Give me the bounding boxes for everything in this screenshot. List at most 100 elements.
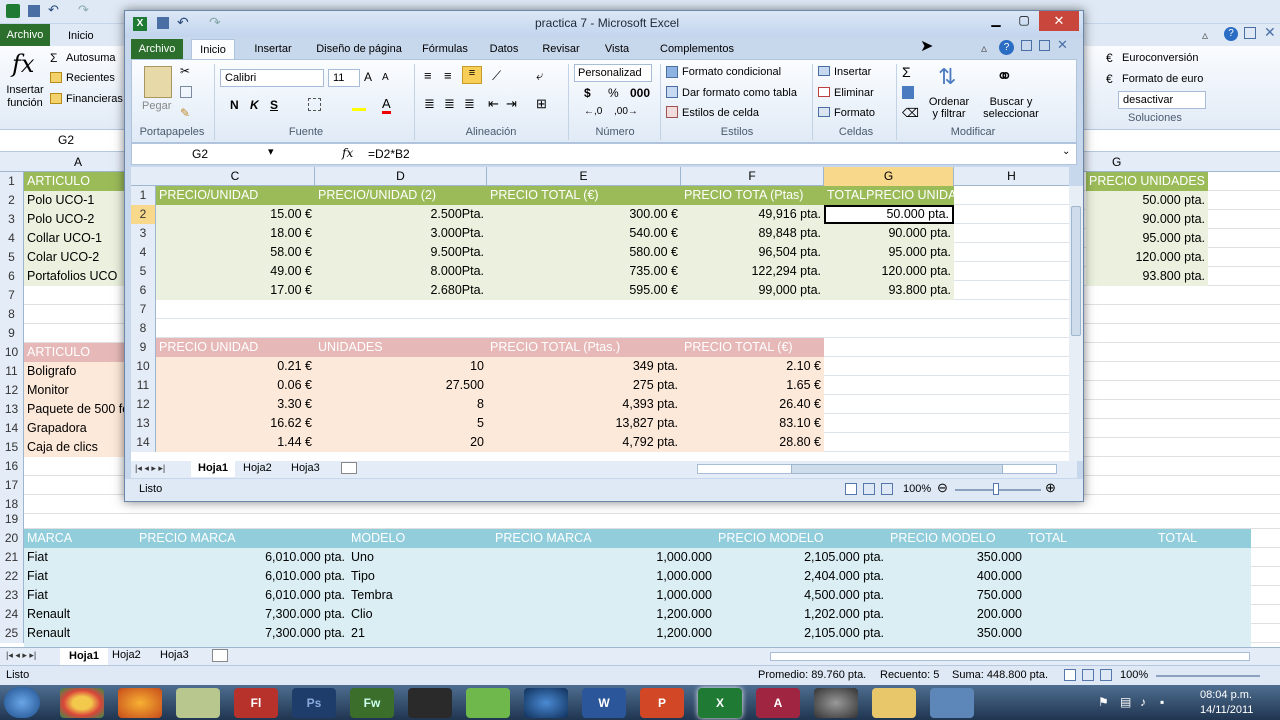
cell-a13[interactable]: Paquete de 500 fo <box>24 400 128 419</box>
cell-f14[interactable]: 28.80 € <box>681 433 824 452</box>
volume-icon[interactable]: ♪ <box>1140 695 1146 709</box>
insert-function-button[interactable]: Insertar función <box>4 84 46 110</box>
cell-f13[interactable]: 83.10 € <box>681 414 824 433</box>
euro-format-button[interactable]: Formato de euro <box>1122 73 1203 85</box>
zoom-in-icon[interactable]: ⊕ <box>1045 480 1056 496</box>
minimize-icon[interactable]: ▁ <box>983 13 1009 31</box>
cell-precio-marca[interactable]: 7,300.000 pta. <box>136 605 348 624</box>
page-break-icon[interactable] <box>881 483 893 495</box>
cell-c9[interactable]: PRECIO UNIDAD <box>156 338 315 357</box>
cell-e3[interactable]: 540.00 € <box>487 224 681 243</box>
zoom-slider[interactable] <box>1156 675 1260 677</box>
minimize-ribbon-icon[interactable]: ▵ <box>981 41 987 55</box>
cell-styles-button[interactable]: Estilos de celda <box>682 107 759 119</box>
align-middle-icon[interactable]: ≡ <box>444 68 452 83</box>
flash-icon[interactable]: Fl <box>234 688 278 718</box>
cell-e5[interactable]: 735.00 € <box>487 262 681 281</box>
cell-modelo[interactable]: Tipo <box>348 567 492 586</box>
bold-icon[interactable]: N <box>230 98 239 112</box>
insert-sheet-icon[interactable] <box>212 649 228 662</box>
cell-d11[interactable]: 27.500 <box>315 376 487 395</box>
cell-a1[interactable]: ARTICULO <box>24 172 128 191</box>
media-icon[interactable] <box>814 688 858 718</box>
cell-f2[interactable]: 49,916 pta. <box>681 205 824 224</box>
cell-f1[interactable]: PRECIO TOTA (Ptas) <box>681 186 824 205</box>
row-number[interactable]: 2 <box>0 191 24 210</box>
header-precio-marca[interactable]: PRECIO MARCA <box>136 529 348 548</box>
cell-precio-marca[interactable]: 6,010.000 pta. <box>136 548 348 567</box>
sheet-nav-icons[interactable]: |◂ ◂ ▸ ▸| <box>135 463 165 474</box>
row-number[interactable]: 9 <box>131 338 156 357</box>
save-icon[interactable] <box>157 17 169 29</box>
cell-c13[interactable]: 16.62 € <box>156 414 315 433</box>
cell-marca[interactable]: Fiat <box>24 586 136 605</box>
cell-e13[interactable]: 13,827 pta. <box>487 414 681 433</box>
close-window-icon[interactable]: ✕ <box>1039 11 1079 31</box>
row-number[interactable]: 3 <box>0 210 24 229</box>
restore-icon[interactable] <box>1244 27 1256 39</box>
cell-total[interactable] <box>1025 624 1251 643</box>
thousands-icon[interactable]: 000 <box>630 86 650 100</box>
cell-d14[interactable]: 20 <box>315 433 487 452</box>
notepad-icon[interactable] <box>176 688 220 718</box>
row-number[interactable]: 21 <box>0 548 24 567</box>
cell-c10[interactable]: 0.21 € <box>156 357 315 376</box>
cell-precio-modelo-2[interactable]: 400.000 <box>887 567 1025 586</box>
decrease-indent-icon[interactable]: ⇤ <box>488 96 499 112</box>
col-header-d[interactable]: D <box>315 167 487 186</box>
cell-e9[interactable]: PRECIO TOTAL (Ptas.) <box>487 338 681 357</box>
increase-indent-icon[interactable]: ⇥ <box>506 96 517 112</box>
wb-close-icon[interactable]: ✕ <box>1057 37 1068 53</box>
desactivar-dropdown[interactable]: desactivar <box>1118 91 1206 109</box>
cell-g4[interactable]: 95.000 pta. <box>1086 229 1208 248</box>
cell-modelo[interactable]: Tembra <box>348 586 492 605</box>
row-number[interactable]: 22 <box>0 567 24 586</box>
conditional-format-button[interactable]: Formato condicional <box>682 66 781 78</box>
row-number[interactable]: 2 <box>131 205 156 224</box>
back-sheet-tab-hoja1[interactable]: Hoja1 <box>60 648 108 665</box>
align-left-icon[interactable]: ≣ <box>424 96 435 112</box>
recent-button[interactable]: Recientes <box>66 72 115 84</box>
cell-precio-modelo-2[interactable]: 350.000 <box>887 548 1025 567</box>
excel-icon[interactable]: X <box>698 688 742 718</box>
font-name-dropdown[interactable]: Calibri <box>220 69 324 87</box>
cell-d1[interactable]: PRECIO/UNIDAD (2) <box>315 186 487 205</box>
col-header-h[interactable]: H <box>954 167 1069 186</box>
row-number[interactable]: 25 <box>0 624 24 643</box>
find-select-button[interactable]: Buscar y seleccionar <box>978 96 1044 120</box>
help-icon[interactable]: ? <box>1224 27 1238 41</box>
cut-icon[interactable]: ✂ <box>180 64 190 78</box>
name-box[interactable]: G2 <box>192 147 208 161</box>
cell-e14[interactable]: 4,792 pta. <box>487 433 681 452</box>
cell-e6[interactable]: 595.00 € <box>487 281 681 300</box>
align-center-icon[interactable]: ≣ <box>444 96 455 112</box>
cell-e4[interactable]: 580.00 € <box>487 243 681 262</box>
paste-icon[interactable] <box>144 66 172 98</box>
flag-icon[interactable]: ⚑ <box>1098 695 1109 709</box>
expand-formula-icon[interactable]: ⌄ <box>1062 146 1070 157</box>
cell-g1[interactable]: TOTALPRECIO UNIDAD <box>824 186 954 205</box>
format-cells-button[interactable]: Formato <box>834 107 875 119</box>
tab-revisar[interactable]: Revisar <box>535 39 587 59</box>
col-header-g[interactable]: G <box>1112 155 1121 169</box>
cell-e11[interactable]: 275 pta. <box>487 376 681 395</box>
cell-c1[interactable]: PRECIO/UNIDAD <box>156 186 315 205</box>
border-icon[interactable] <box>308 98 321 111</box>
header-marca[interactable]: MARCA <box>24 529 136 548</box>
tab-archivo[interactable]: Archivo <box>131 39 183 59</box>
cell-f3[interactable]: 89,848 pta. <box>681 224 824 243</box>
cell-g6[interactable]: 93.800 pta. <box>1086 267 1208 286</box>
align-bottom-icon[interactable]: ≡ <box>462 66 482 84</box>
word-icon[interactable]: W <box>582 688 626 718</box>
wrap-text-icon[interactable]: ⤶ <box>536 68 543 84</box>
cell-precio-marca[interactable]: 6,010.000 pta. <box>136 586 348 605</box>
cell-d5[interactable]: 8.000Pta. <box>315 262 487 281</box>
merge-center-icon[interactable]: ⊞ <box>536 96 547 112</box>
power-icon[interactable]: ▪ <box>1160 695 1164 709</box>
hscroll-thumb[interactable] <box>791 464 1003 474</box>
row-number[interactable]: 10 <box>131 357 156 376</box>
fill-color-icon[interactable] <box>352 98 366 111</box>
row-number[interactable]: 1 <box>131 186 156 205</box>
underline-icon[interactable]: S <box>270 98 278 112</box>
dreamweaver-icon[interactable] <box>466 688 510 718</box>
